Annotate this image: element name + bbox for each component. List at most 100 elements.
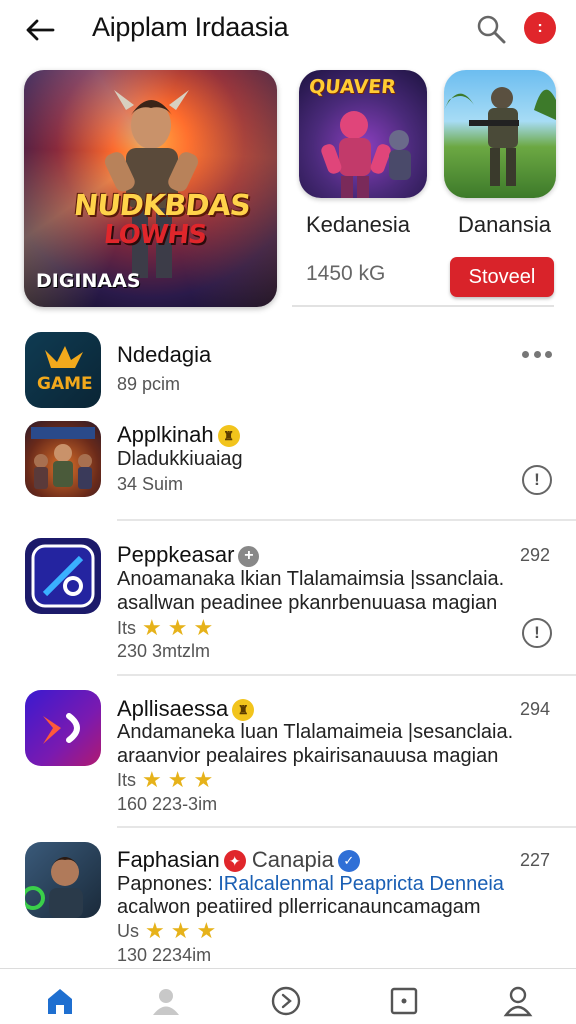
nav-play[interactable] [268,983,304,1019]
info-icon: ! [534,623,540,642]
nav-library[interactable] [386,983,422,1019]
app-icon-5[interactable] [25,842,101,918]
app-icon-1[interactable]: GAME [25,332,101,408]
app-desc-2: Dladukkiuaiag [117,448,243,470]
star-icon: ★ [170,918,191,943]
star-icon: ★ [193,767,214,792]
app-name-5[interactable]: Faphasian [117,847,220,872]
avatar-glyph-icon: : [537,19,543,36]
app-desc-3-line2: asallwan peadinee pkanrbenuuasa magian [117,592,498,614]
rating-prefix: Us [117,920,139,941]
person-icon [153,989,179,1015]
app-meta-5: 130 2234im [117,945,212,965]
premium-badge-icon: ♜ [217,425,240,448]
profile-avatar-button[interactable]: : [524,12,556,44]
plus-badge-icon: + [238,545,260,567]
featured-tile-1-name[interactable]: Kedanesia [306,212,410,238]
star-badge-icon: ✦ [223,850,246,873]
fighter-group-image [31,427,95,489]
star-icon: ★ [145,918,165,943]
arrow-logo-icon [43,713,80,744]
install-button[interactable]: Stoveel [450,257,554,297]
play-icon [271,986,301,1016]
app-desc-5-line2: acalwon peatiired pllerricanauncamagam [117,896,481,918]
app-count-5: 227 [520,850,551,870]
game-logo-icon [45,346,83,368]
arrow-left-icon [26,19,55,41]
app-count-3: 292 [520,545,551,565]
soldier-image [444,87,556,186]
featured-logo-line2: LOWHS [102,220,208,250]
app-icon-1-text: GAME [37,374,93,394]
star-icon: ★ [196,918,217,943]
star-icon: ★ [167,615,188,640]
search-icon [477,15,506,44]
featured-main-card[interactable]: NUDKBDAS LOWHS DIGINAAS [24,70,277,307]
dot-icon [533,350,541,358]
app-meta-2: 34 Suim [117,474,184,494]
tile-logo: QUAVER [308,76,397,98]
app-icon-4[interactable] [25,690,101,766]
app-desc-3-line1: Anoamanaka lkian Tlalamaimsia |ssanclaia… [117,568,505,590]
app-name-4-row: Apllisaessa ♜ [117,696,255,722]
square-icon [390,987,418,1015]
divider [117,519,576,521]
app-name-3[interactable]: Peppkeasar [117,542,234,567]
rating-prefix: Its [117,769,137,790]
featured-tile-2-name[interactable]: Danansia [458,212,551,238]
star-icon: ★ [193,615,214,640]
back-button[interactable] [22,12,58,48]
star-icon: ★ [142,615,162,640]
app-icon-2[interactable] [25,421,101,497]
app-desc-4-line1: Andamaneka luan Tlalamaimeia |sesanclaia… [117,721,514,743]
page-title: Aipplam Irdaasia [92,12,289,42]
search-button[interactable] [474,12,508,46]
home-icon [48,989,72,1014]
rating-prefix: Its [117,617,137,638]
info-button[interactable]: ! [522,465,552,495]
featured-logo-line1: NUDKBDAS [72,188,252,222]
rating-stars: Us ★ ★ ★ [117,920,216,942]
divider [292,305,554,307]
app-name-4[interactable]: Apllisaessa [117,696,228,721]
app-desc-5-line1-row: Papnones: IRalcalenmal Peapricta Denneia [117,873,504,896]
avatar-portrait-image [25,857,83,918]
more-options-button[interactable] [522,346,552,362]
app-meta-1: 89 pcim [117,374,181,394]
rating-stars: Its ★ ★ ★ [117,617,213,639]
bottom-nav [0,968,576,1024]
dot-icon [545,350,552,358]
developer-name[interactable]: Canapia [252,847,334,872]
app-count-4: 294 [520,699,551,719]
app-icon-3[interactable] [25,538,101,614]
app-desc-5-link[interactable]: IRalcalenmal Peapricta Denneia [218,873,504,895]
featured-tile-2[interactable] [444,70,556,198]
app-desc-5-prefix: Papnones: [117,873,213,895]
star-icon: ★ [167,767,188,792]
app-meta-4: 160 223-3im [117,794,218,814]
divider [117,674,576,676]
tile-character-image [321,111,411,198]
nav-account[interactable] [500,983,536,1019]
nav-people[interactable] [148,983,184,1019]
app-name-2[interactable]: Applkinah [117,422,214,447]
app-name-3-row: Peppkeasar + [117,542,260,568]
app-logo-icon [31,544,95,608]
app-name-1[interactable]: Ndedagia [117,342,211,368]
app-name-5-row: Faphasian ✦ Canapia ✓ [117,847,360,873]
app-name-2-row: Applkinah ♜ [117,422,240,448]
account-icon [503,986,533,1017]
rating-stars: Its ★ ★ ★ [117,769,213,791]
info-button[interactable]: ! [522,618,552,648]
featured-tile-1-price: 1450 kG [306,262,386,285]
top-bar: Aipplam Irdaasia : [0,0,576,60]
info-icon: ! [534,470,540,489]
premium-badge-icon: ♜ [232,699,255,722]
app-desc-4-line2: araanvior pealaires pkairisanauusa magia… [117,745,499,767]
featured-tile-1[interactable]: QUAVER [299,70,427,198]
verified-badge-icon: ✓ [337,850,360,873]
nav-home[interactable] [42,983,78,1019]
star-icon: ★ [142,767,162,792]
dot-icon [522,350,529,358]
app-meta-3: 230 3mtzlm [117,641,211,661]
